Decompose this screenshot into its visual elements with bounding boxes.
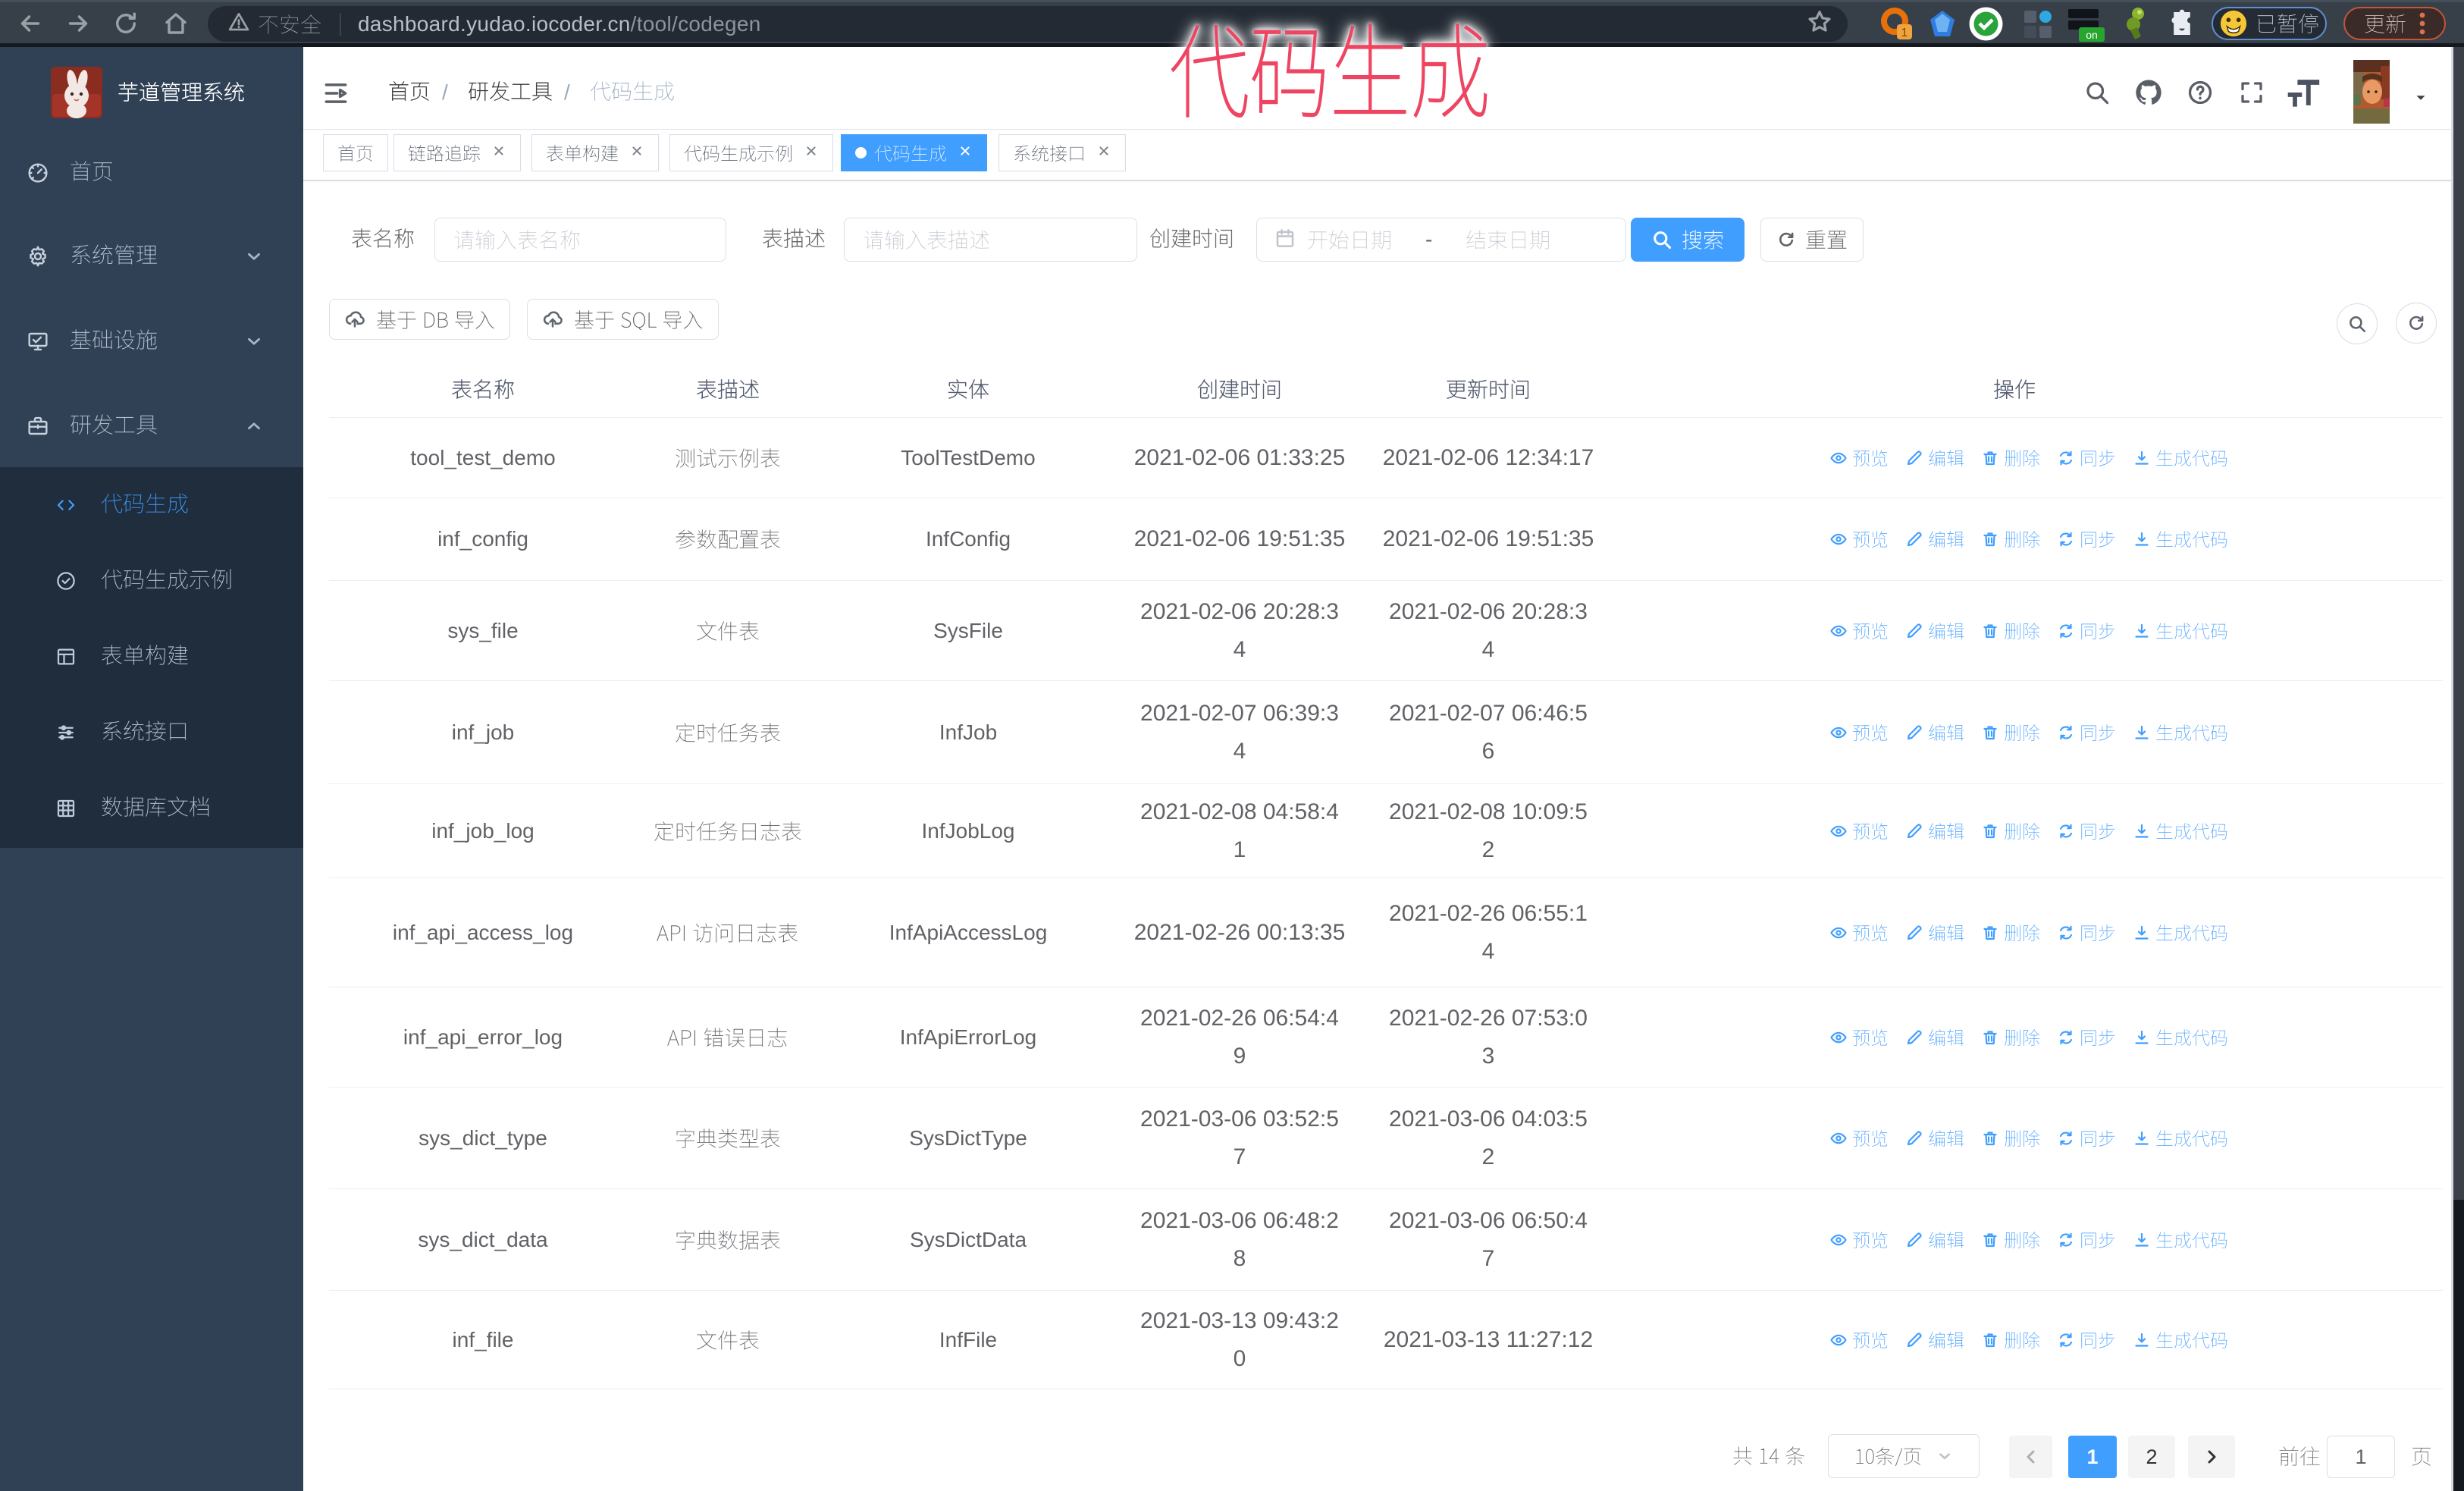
svg-text:on: on [2086, 29, 2098, 41]
svg-text:1: 1 [1901, 27, 1908, 39]
